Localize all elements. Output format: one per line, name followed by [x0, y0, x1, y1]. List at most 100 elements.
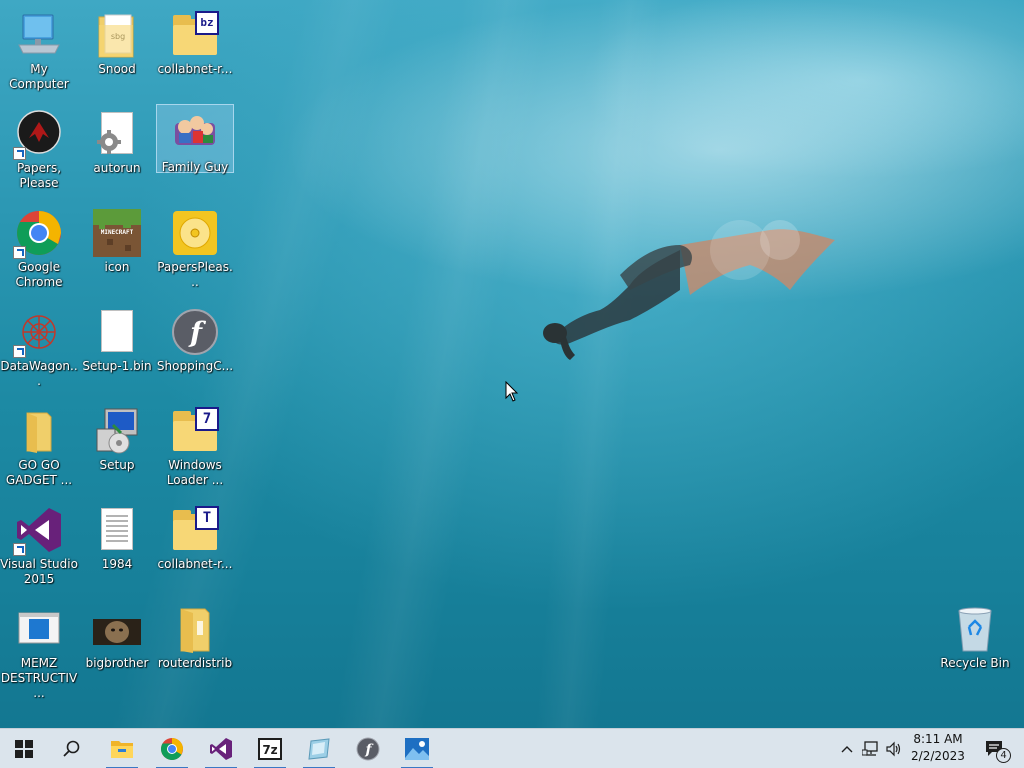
icon-label: autorun: [93, 161, 141, 175]
minecraft-text: MINECRAFT: [100, 229, 134, 236]
text-document-icon: [93, 506, 141, 554]
desktop[interactable]: My Computer sbg Snood bz collabnet-r...: [0, 0, 1024, 728]
icon-label: collabnet-r...: [157, 62, 233, 76]
icon-label: Visual Studio 2015: [0, 557, 78, 586]
tar-folder-icon: T: [171, 506, 219, 554]
icon-label: bigbrother: [85, 656, 149, 670]
monitor-icon: [15, 11, 63, 59]
desktop-icon-datawagon[interactable]: DataWagon...: [0, 303, 78, 388]
action-center-button[interactable]: 4: [978, 729, 1012, 768]
desktop-icon-1984[interactable]: 1984: [78, 501, 156, 581]
image-thumbnail-icon: [93, 605, 141, 653]
desktop-icon-snood[interactable]: sbg Snood: [78, 6, 156, 86]
icon-label: collabnet-r...: [157, 557, 233, 571]
blank-file-icon: [93, 308, 141, 356]
desktop-icon-minecraft[interactable]: MINECRAFT icon: [78, 204, 156, 284]
papers-please-icon: [13, 110, 63, 160]
icon-label: Recycle Bin: [940, 656, 1010, 670]
7zip-folder-icon: 7: [171, 407, 219, 455]
folder-icon: [15, 407, 63, 455]
clock-time: 8:11 AM: [913, 732, 963, 746]
icon-label: Family Guy: [161, 160, 229, 174]
desktop-icon-visual-studio[interactable]: Visual Studio 2015: [0, 501, 78, 586]
memz-window-icon: [15, 605, 63, 653]
photos-icon: [405, 738, 429, 760]
file-explorer-icon: [111, 741, 133, 758]
desktop-icon-windows-loader[interactable]: 7 Windows Loader ...: [156, 402, 234, 487]
shortcut-arrow-icon: [13, 246, 26, 259]
start-button[interactable]: [0, 729, 48, 768]
desktop-icon-bigbrother[interactable]: bigbrother: [78, 600, 156, 680]
desktop-icon-setup-1-bin[interactable]: Setup-1.bin: [78, 303, 156, 383]
icon-label: GO GO GADGET ...: [5, 458, 73, 487]
disc-image-icon: [171, 209, 219, 257]
clock-date: 2/2/2023: [911, 749, 965, 763]
desktop-icon-papers-please[interactable]: Papers, Please: [0, 105, 78, 190]
bz-badge: bz: [195, 11, 219, 35]
desktop-icon-shoppingc[interactable]: f ShoppingC...: [156, 303, 234, 383]
icon-label: Setup: [99, 458, 135, 472]
icon-label: DataWagon...: [0, 359, 78, 388]
shortcut-arrow-icon: [13, 543, 26, 556]
app-icon: [308, 738, 330, 760]
desktop-icon-collabnet-1[interactable]: bz collabnet-r...: [156, 6, 234, 86]
desktop-icon-routerdistrib[interactable]: routerdistrib: [156, 600, 234, 680]
show-hidden-icons-button[interactable]: [837, 729, 857, 768]
network-tray-button[interactable]: [860, 729, 882, 768]
desktop-icon-my-computer[interactable]: My Computer: [0, 6, 78, 91]
icon-label: Google Chrome: [15, 260, 63, 289]
icon-label: Windows Loader ...: [166, 458, 224, 487]
visual-studio-icon: [210, 738, 232, 760]
desktop-icon-family-guy[interactable]: Family Guy: [156, 104, 234, 174]
taskbar-visual-studio[interactable]: [197, 729, 245, 768]
icon-label: 1984: [101, 557, 133, 571]
taskbar-file-explorer[interactable]: [98, 729, 146, 768]
shortcut-arrow-icon: [13, 345, 26, 358]
icon-label: Snood: [98, 62, 136, 76]
flash-player-icon: f: [171, 308, 219, 356]
taskbar-7zip[interactable]: 7z: [246, 729, 294, 768]
taskbar-clock[interactable]: 8:11 AM 2/2/2023: [904, 731, 972, 767]
desktop-icon-collabnet-2[interactable]: T collabnet-r...: [156, 501, 234, 581]
zip-folder-icon: bz: [171, 11, 219, 59]
t-badge: T: [195, 506, 219, 530]
chrome-icon: [161, 738, 183, 760]
mouse-cursor-icon: [505, 381, 519, 402]
search-icon: [63, 740, 80, 757]
flash-icon: f: [356, 737, 380, 761]
icon-label: ShoppingC...: [156, 359, 234, 373]
windows-logo-icon: [15, 740, 33, 758]
visual-studio-icon: [13, 506, 63, 556]
desktop-icon-go-go-gadget[interactable]: GO GO GADGET ...: [0, 402, 78, 487]
icon-label: icon: [104, 260, 130, 274]
desktop-icon-papersplease-disc[interactable]: PapersPleas...: [156, 204, 234, 289]
icon-label: PapersPleas...: [157, 260, 233, 289]
svg-text:7z: 7z: [262, 743, 277, 757]
datawagon-icon: [13, 308, 63, 358]
installer-icon: [93, 407, 141, 455]
taskbar-flash[interactable]: f: [344, 729, 392, 768]
family-guy-icon: [171, 109, 219, 157]
desktop-icon-setup[interactable]: Setup: [78, 402, 156, 482]
taskbar-chrome[interactable]: [148, 729, 196, 768]
wallpaper-diver: [543, 220, 835, 360]
desktop-icon-google-chrome[interactable]: Google Chrome: [0, 204, 78, 289]
7zip-icon: 7z: [258, 738, 282, 760]
desktop-icon-recycle-bin[interactable]: Recycle Bin: [936, 600, 1014, 680]
icon-label: Papers, Please: [16, 161, 62, 190]
desktop-icon-autorun[interactable]: autorun: [78, 105, 156, 185]
chrome-icon: [13, 209, 63, 259]
icon-label: My Computer: [9, 62, 69, 91]
search-button[interactable]: [48, 729, 96, 768]
icon-label: MEMZ DESTRUCTIV...: [0, 656, 78, 700]
speaker-icon: [886, 741, 901, 757]
taskbar-photos[interactable]: [393, 729, 441, 768]
settings-file-icon: [93, 110, 141, 158]
taskbar-app[interactable]: [295, 729, 343, 768]
shortcut-arrow-icon: [13, 147, 26, 160]
notification-count-badge: 4: [996, 748, 1011, 763]
chevron-up-icon: [841, 746, 853, 753]
minecraft-block-icon: MINECRAFT: [93, 209, 141, 257]
desktop-icon-memz[interactable]: MEMZ DESTRUCTIV...: [0, 600, 78, 700]
volume-tray-button[interactable]: [883, 729, 905, 768]
